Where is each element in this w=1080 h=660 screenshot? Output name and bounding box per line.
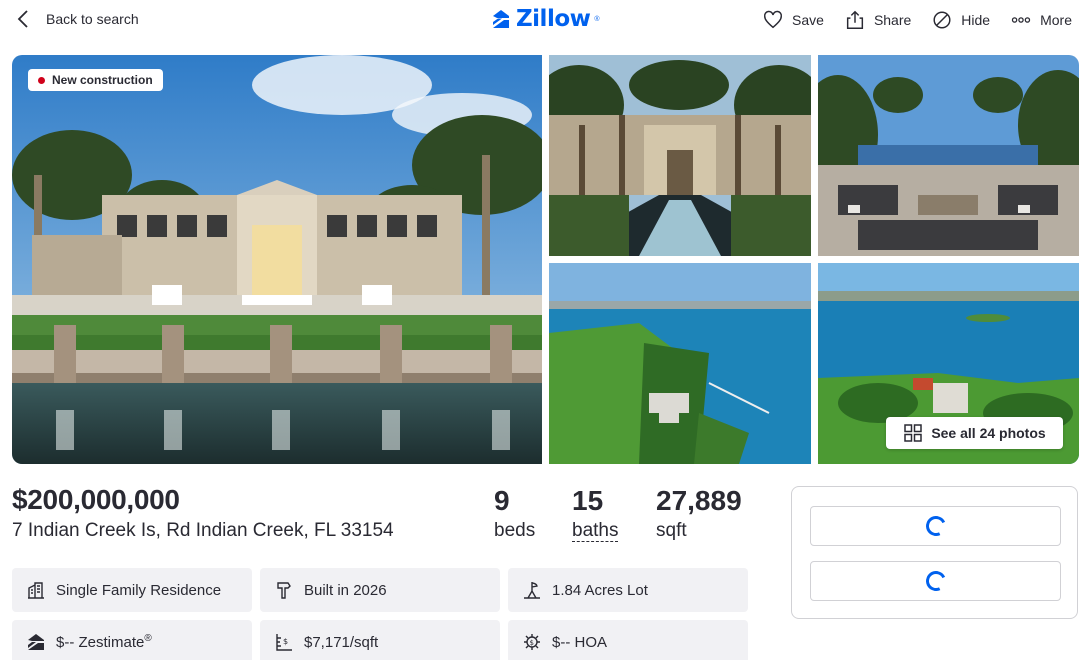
zillow-logo[interactable]: Zillow ® <box>490 6 600 32</box>
back-to-search-link[interactable]: Back to search <box>16 9 139 29</box>
chevron-left-icon <box>17 10 28 28</box>
loading-spinner-icon <box>922 568 949 594</box>
zillow-logo-icon <box>493 10 509 28</box>
zestimate-icon <box>28 634 44 650</box>
loading-spinner-icon <box>922 513 949 539</box>
contact-card <box>791 486 1078 619</box>
listing-price: $200,000,000 <box>12 484 180 515</box>
fact-home-type: Single Family Residence <box>12 568 252 612</box>
sqft-stat: 27,889 sqft <box>656 484 742 544</box>
fact-lot-size: 1.84 Acres Lot <box>508 568 748 612</box>
beds-count: 9 <box>494 485 510 516</box>
photo-outdoor-lounge[interactable] <box>818 55 1079 256</box>
heart-icon <box>764 10 783 29</box>
baths-count: 15 <box>572 485 604 516</box>
hide-label: Hide <box>961 12 991 28</box>
hoa-icon: $ <box>524 634 540 650</box>
fact-home-type-text: Single Family Residence <box>56 581 222 599</box>
sqft-value: 27,889 <box>656 485 742 516</box>
more-button[interactable]: More <box>1010 8 1072 32</box>
top-bar: Back to search Zillow ® Save Share Hide … <box>0 0 1080 40</box>
listing-address: 7 Indian Creek Is, Rd Indian Creek, FL 3… <box>12 520 394 541</box>
grid-icon <box>904 424 923 442</box>
price-per-sqft-icon: $ <box>276 634 292 651</box>
fact-hoa[interactable]: $ $-- HOA <box>508 620 748 660</box>
zillow-wordmark: Zillow <box>516 6 591 32</box>
main-photo[interactable] <box>12 55 542 464</box>
photo-courtyard-pool[interactable] <box>549 55 811 256</box>
fact-lot-size-text: 1.84 Acres Lot <box>552 581 648 599</box>
save-button[interactable]: Save <box>762 8 824 32</box>
header-actions: Save Share Hide More <box>762 8 1072 32</box>
fact-hoa-text: $-- HOA <box>552 633 608 651</box>
fact-year-built-text: Built in 2026 <box>304 581 387 599</box>
hammer-icon <box>277 582 291 599</box>
beds-label: beds <box>494 520 536 541</box>
fact-price-per-sqft: $ $7,171/sqft <box>260 620 500 660</box>
building-icon <box>28 582 44 599</box>
back-to-search-label: Back to search <box>46 11 139 27</box>
svg-text:$: $ <box>283 637 288 646</box>
fact-zestimate[interactable]: $-- Zestimate® <box>12 620 252 660</box>
hide-icon <box>933 11 951 29</box>
lot-icon <box>524 582 540 599</box>
save-label: Save <box>792 12 824 28</box>
hide-button[interactable]: Hide <box>931 8 990 32</box>
contact-agent-button[interactable] <box>810 506 1061 546</box>
svg-text:$: $ <box>530 639 534 647</box>
share-icon <box>846 10 864 29</box>
more-icon <box>1011 17 1031 23</box>
sqft-label: sqft <box>656 520 687 541</box>
more-label: More <box>1040 12 1072 28</box>
photo-aerial-golf[interactable] <box>549 263 811 464</box>
share-label: Share <box>873 12 912 28</box>
baths-stat[interactable]: 15 baths <box>572 484 619 544</box>
fact-year-built: Built in 2026 <box>260 568 500 612</box>
new-construction-badge: New construction <box>28 69 163 91</box>
see-all-photos-label: See all 24 photos <box>931 425 1046 441</box>
fact-price-per-sqft-text: $7,171/sqft <box>304 633 379 651</box>
see-all-photos-button[interactable]: See all 24 photos <box>886 417 1063 449</box>
request-tour-button[interactable] <box>810 561 1061 601</box>
beds-stat: 9 beds <box>494 484 535 544</box>
registered-mark: ® <box>594 15 600 23</box>
baths-label[interactable]: baths <box>572 520 619 542</box>
share-button[interactable]: Share <box>844 8 911 32</box>
fact-zestimate-text: $-- Zestimate® <box>56 633 152 651</box>
